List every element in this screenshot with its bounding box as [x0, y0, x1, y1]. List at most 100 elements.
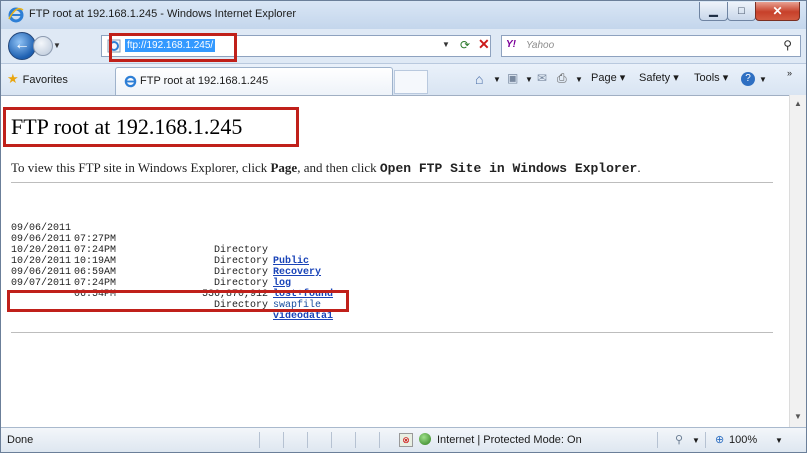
new-tab-button[interactable]	[394, 70, 428, 94]
stop-icon[interactable]: ✕	[478, 36, 490, 53]
divider-bottom	[11, 332, 773, 333]
entry-link[interactable]: Recovery	[273, 267, 321, 278]
status-separator	[331, 432, 332, 448]
minimize-button[interactable]: ▁	[699, 2, 728, 21]
zoom-level[interactable]: 100%	[729, 434, 757, 446]
recent-pages-dropdown[interactable]: ▼	[53, 41, 61, 50]
tab-label: FTP root at 192.168.1.245	[140, 75, 269, 87]
entry-time: 06:54PM	[74, 289, 117, 300]
search-provider-logo: Y!	[506, 39, 516, 50]
home-dropdown[interactable]: ▼	[493, 75, 501, 84]
status-separator	[355, 432, 356, 448]
ie-window: FTP root at 192.168.1.245 - Windows Inte…	[0, 0, 807, 453]
list-item: 09/07/2011 06:54PM Directory videodata1	[11, 267, 333, 322]
status-separator	[259, 432, 260, 448]
info-page-word: Page	[270, 160, 298, 175]
more-commands-icon[interactable]: »	[787, 68, 792, 78]
popup-blocked-icon[interactable]: ⊗	[399, 433, 413, 447]
status-separator	[379, 432, 380, 448]
help-icon[interactable]: ?	[741, 72, 755, 86]
browser-tab[interactable]: FTP root at 192.168.1.245	[115, 67, 393, 95]
favorites-bar: ★ Favorites FTP root at 192.168.1.245 ⌂ ▼…	[1, 63, 806, 96]
print-dropdown[interactable]: ▼	[575, 75, 583, 84]
entry-type: Directory	[213, 267, 268, 278]
window-controls: ▁ □ ✕	[699, 2, 800, 22]
entry-type: Directory	[213, 300, 268, 311]
back-button[interactable]: ←	[8, 32, 36, 60]
url-text[interactable]: ftp://192.168.1.245/	[125, 39, 216, 52]
address-bar[interactable]: ftp://192.168.1.245/ ▼ ⟳ ✕	[101, 35, 491, 57]
search-box[interactable]: Y! Yahoo ⚲	[501, 35, 801, 57]
status-bar: Done ⊗ Internet | Protected Mode: On ⚲ ▼…	[1, 427, 806, 452]
status-separator	[657, 432, 658, 448]
maximize-button[interactable]: □	[727, 2, 756, 21]
back-arrow-icon: ←	[14, 36, 30, 53]
zoom-icon: ⊕	[715, 434, 725, 446]
entry-size: 536,870,912	[201, 289, 268, 300]
entry-link[interactable]: Public	[273, 256, 309, 267]
page-icon	[107, 39, 121, 53]
close-icon: ✕	[772, 4, 783, 18]
entry-type: Directory	[213, 278, 268, 289]
window-title: FTP root at 192.168.1.245 - Windows Inte…	[29, 8, 296, 20]
page-title: FTP root at 192.168.1.245	[11, 114, 243, 139]
forward-button[interactable]	[33, 36, 53, 56]
ie-logo-icon	[8, 7, 24, 23]
entry-type: Directory	[213, 256, 268, 267]
search-placeholder: Yahoo	[526, 40, 555, 51]
address-dropdown[interactable]: ▼	[442, 40, 450, 49]
list-item: 10/20/2011 06:59AM Directory lost+found	[11, 245, 333, 300]
close-button[interactable]: ✕	[755, 2, 800, 21]
entry-link[interactable]: lost+found	[273, 289, 333, 300]
info-prefix: To view this FTP site in Windows Explore…	[11, 160, 271, 175]
home-icon[interactable]: ⌂	[475, 71, 483, 87]
entry-link[interactable]: videodata1	[273, 311, 333, 322]
favorites-button[interactable]: ★ Favorites	[7, 71, 68, 87]
feeds-dropdown[interactable]: ▼	[525, 75, 533, 84]
print-icon[interactable]: ⎙	[557, 71, 567, 86]
status-text: Done	[7, 434, 34, 446]
entry-time: 07:27PM	[74, 234, 117, 245]
page-menu[interactable]: Page ▾	[591, 71, 625, 84]
entry-date: 09/07/2011	[11, 278, 72, 289]
entry-link[interactable]: swapfile	[273, 300, 321, 311]
status-separator	[705, 432, 706, 448]
refresh-icon[interactable]: ⟳	[460, 38, 474, 52]
entry-time: 07:24PM	[74, 245, 117, 256]
search-icon[interactable]: ⚲	[783, 38, 792, 52]
ftp-listing: 09/06/2011 07:27PM Directory Public 09/0…	[11, 212, 333, 322]
entry-time: 06:59AM	[74, 267, 117, 278]
ie-tab-icon	[124, 75, 137, 88]
minimize-icon: ▁	[709, 4, 718, 17]
list-item: 10/20/2011 10:19AM Directory log	[11, 234, 291, 289]
entry-time: 10:19AM	[74, 256, 117, 267]
favorites-star-icon: ★	[7, 71, 19, 86]
navigation-bar: ← ▼ ftp://192.168.1.245/ ▼ ⟳ ✕ Y! Yahoo …	[1, 29, 806, 61]
info-action: Open FTP Site in Windows Explorer	[379, 161, 638, 176]
feeds-icon[interactable]: ▣	[507, 71, 518, 85]
favorites-label: Favorites	[22, 74, 68, 86]
page-content: FTP root at 192.168.1.245 To view this F…	[1, 95, 789, 428]
help-dropdown[interactable]: ▼	[759, 75, 767, 84]
entry-link[interactable]: log	[273, 278, 291, 289]
divider-top	[11, 182, 773, 183]
security-dropdown[interactable]: ▼	[692, 436, 700, 445]
mail-icon[interactable]: ✉	[537, 71, 547, 85]
vertical-scrollbar[interactable]: ▲ ▼	[789, 95, 806, 427]
tools-menu[interactable]: Tools ▾	[694, 71, 728, 84]
scroll-up-icon[interactable]: ▲	[794, 99, 802, 108]
info-suffix: .	[637, 160, 641, 175]
list-item: 09/06/2011 07:24PM 536,870,912 swapfile	[11, 256, 321, 311]
status-separator	[307, 432, 308, 448]
list-item: 09/06/2011 07:27PM Directory Public	[11, 212, 309, 267]
zoom-dropdown[interactable]: ▼	[775, 436, 783, 445]
security-zone[interactable]: Internet | Protected Mode: On	[437, 434, 582, 446]
globe-icon	[419, 433, 431, 445]
scroll-down-icon[interactable]: ▼	[794, 412, 802, 421]
security-icon[interactable]: ⚲	[675, 433, 683, 446]
entry-type: Directory	[213, 245, 268, 256]
status-separator	[283, 432, 284, 448]
list-item: 09/06/2011 07:24PM Directory Recovery	[11, 223, 321, 278]
safety-menu[interactable]: Safety ▾	[639, 71, 679, 84]
info-text: To view this FTP site in Windows Explore…	[11, 160, 641, 176]
